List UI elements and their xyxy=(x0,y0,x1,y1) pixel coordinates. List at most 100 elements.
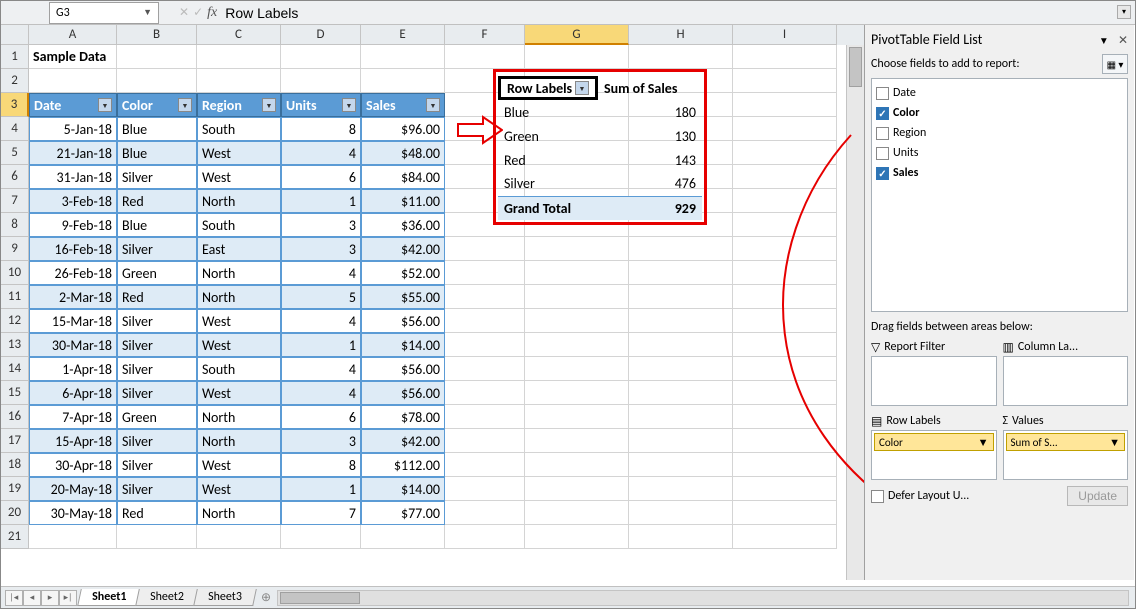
cell[interactable]: 26-Feb-18 xyxy=(29,261,117,285)
cell[interactable]: 5-Jan-18 xyxy=(29,117,117,141)
cell[interactable] xyxy=(525,477,629,501)
cell[interactable] xyxy=(525,453,629,477)
filter-dropdown-icon[interactable]: ▼ xyxy=(575,81,589,95)
cell[interactable] xyxy=(445,453,525,477)
cell[interactable] xyxy=(29,525,117,549)
update-button[interactable]: Update xyxy=(1067,486,1128,506)
cell[interactable] xyxy=(525,525,629,549)
cell[interactable]: $96.00 xyxy=(361,117,445,141)
cell[interactable]: 15-Apr-18 xyxy=(29,429,117,453)
cell[interactable]: 16-Feb-18 xyxy=(29,237,117,261)
cell[interactable]: North xyxy=(197,189,281,213)
row-header[interactable]: 4 xyxy=(1,117,29,141)
cell[interactable]: Silver xyxy=(117,381,197,405)
cell[interactable] xyxy=(197,69,281,93)
cell[interactable] xyxy=(733,285,837,309)
cell[interactable] xyxy=(629,501,733,525)
cell[interactable] xyxy=(29,69,117,93)
cell[interactable]: Color▼ xyxy=(117,93,197,117)
cell[interactable]: 1 xyxy=(281,333,361,357)
row-header[interactable]: 19 xyxy=(1,477,29,501)
cell[interactable] xyxy=(445,309,525,333)
cell[interactable] xyxy=(733,429,837,453)
cell[interactable]: 1 xyxy=(281,477,361,501)
cell[interactable]: Green xyxy=(117,405,197,429)
cell[interactable] xyxy=(197,45,281,69)
cell[interactable] xyxy=(117,45,197,69)
report-filter-dropzone[interactable] xyxy=(871,356,997,406)
cell[interactable]: Red xyxy=(117,285,197,309)
cell[interactable]: $14.00 xyxy=(361,477,445,501)
cell[interactable]: Silver xyxy=(117,477,197,501)
cell[interactable] xyxy=(733,477,837,501)
field-item[interactable]: ✓Color xyxy=(876,103,1123,123)
column-labels-dropzone[interactable] xyxy=(1003,356,1129,406)
cell[interactable] xyxy=(525,309,629,333)
cell[interactable] xyxy=(629,405,733,429)
cell[interactable] xyxy=(445,261,525,285)
sheet-tab[interactable]: Sheet3 xyxy=(193,589,256,606)
cell[interactable]: 30-May-18 xyxy=(29,501,117,525)
cell[interactable] xyxy=(733,405,837,429)
cell[interactable]: Green xyxy=(117,261,197,285)
tab-nav-last-icon[interactable]: ▸| xyxy=(59,590,77,606)
cell[interactable]: South xyxy=(197,213,281,237)
cell[interactable]: West xyxy=(197,141,281,165)
cell[interactable]: Silver xyxy=(117,357,197,381)
cell[interactable]: North xyxy=(197,405,281,429)
cell[interactable] xyxy=(281,525,361,549)
cell[interactable]: Units▼ xyxy=(281,93,361,117)
cell[interactable]: West xyxy=(197,381,281,405)
filter-dropdown-icon[interactable]: ▼ xyxy=(426,98,440,112)
cell[interactable] xyxy=(733,357,837,381)
cell[interactable]: 1-Apr-18 xyxy=(29,357,117,381)
cell[interactable] xyxy=(629,309,733,333)
cell[interactable]: $55.00 xyxy=(361,285,445,309)
horizontal-scrollbar[interactable] xyxy=(277,590,1129,606)
row-header[interactable]: 11 xyxy=(1,285,29,309)
cell[interactable]: $52.00 xyxy=(361,261,445,285)
cell[interactable] xyxy=(525,45,629,69)
column-header[interactable]: F xyxy=(445,25,525,45)
cell[interactable]: 8 xyxy=(281,117,361,141)
row-header[interactable]: 17 xyxy=(1,429,29,453)
cell[interactable]: Red xyxy=(117,189,197,213)
cell[interactable] xyxy=(281,45,361,69)
row-header[interactable]: 21 xyxy=(1,525,29,549)
value-field-pill[interactable]: Sum of S... ▼ xyxy=(1006,433,1126,451)
row-header[interactable]: 6 xyxy=(1,165,29,189)
row-header[interactable]: 13 xyxy=(1,333,29,357)
checkbox[interactable]: ✓ xyxy=(876,167,889,180)
cell[interactable] xyxy=(629,45,733,69)
cell[interactable] xyxy=(629,357,733,381)
cell[interactable] xyxy=(445,477,525,501)
row-header[interactable]: 7 xyxy=(1,189,29,213)
cell[interactable]: North xyxy=(197,429,281,453)
cell[interactable] xyxy=(445,237,525,261)
cell[interactable]: 9-Feb-18 xyxy=(29,213,117,237)
cell[interactable] xyxy=(733,69,837,93)
cell[interactable]: 5 xyxy=(281,285,361,309)
cell[interactable] xyxy=(733,501,837,525)
cell[interactable]: Region▼ xyxy=(197,93,281,117)
cell[interactable] xyxy=(733,45,837,69)
filter-dropdown-icon[interactable]: ▼ xyxy=(178,98,192,112)
cell[interactable] xyxy=(733,117,837,141)
cell[interactable]: $42.00 xyxy=(361,429,445,453)
cell[interactable] xyxy=(117,69,197,93)
cell[interactable]: North xyxy=(197,285,281,309)
close-icon[interactable]: ✕ xyxy=(1118,34,1128,48)
row-header[interactable]: 2 xyxy=(1,69,29,93)
cell[interactable] xyxy=(445,333,525,357)
layout-options-button[interactable]: ▦ ▾ xyxy=(1102,54,1128,74)
cancel-icon[interactable]: ✕ xyxy=(179,5,189,20)
row-labels-dropzone[interactable]: Color ▼ xyxy=(871,430,997,480)
cell[interactable]: Blue xyxy=(117,213,197,237)
defer-checkbox[interactable] xyxy=(871,490,884,503)
cell[interactable] xyxy=(445,285,525,309)
cell[interactable] xyxy=(445,429,525,453)
cell[interactable]: Sample Data xyxy=(29,45,117,69)
cell[interactable]: $11.00 xyxy=(361,189,445,213)
cell[interactable] xyxy=(733,381,837,405)
cell[interactable]: West xyxy=(197,333,281,357)
